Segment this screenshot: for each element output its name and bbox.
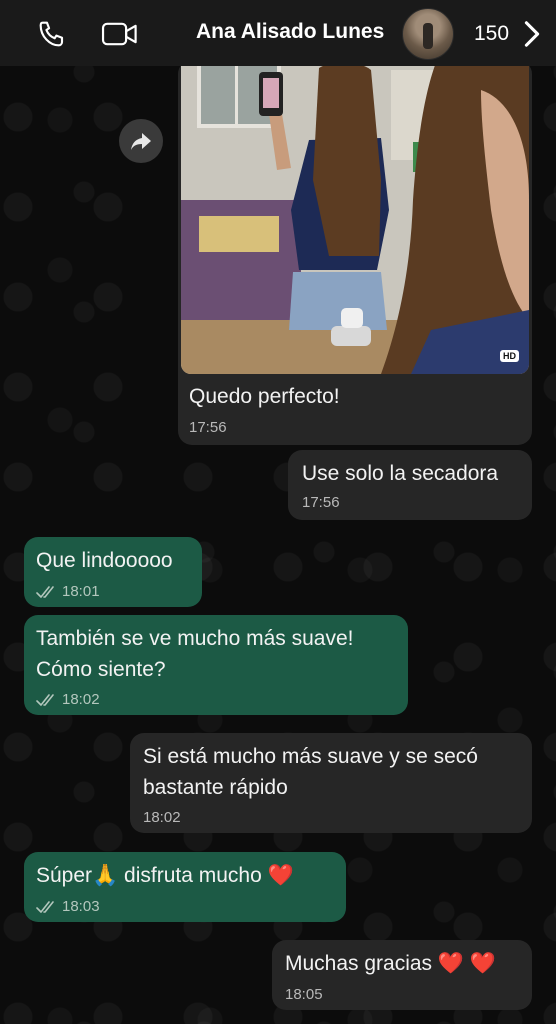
red-heart-emoji: ❤️ xyxy=(267,864,294,887)
message-time: 17:56 xyxy=(189,419,227,436)
video-call-button[interactable] xyxy=(100,14,140,54)
red-heart-emoji: ❤️ xyxy=(464,952,497,975)
photo-caption: Quedo perfecto! xyxy=(189,385,340,408)
shared-photo[interactable]: HD xyxy=(181,60,529,374)
photo-message-bubble[interactable]: HD Quedo perfecto! 17:56 xyxy=(178,60,532,445)
forward-button[interactable] xyxy=(119,119,163,163)
message-time: 18:01 xyxy=(62,583,100,600)
message-text-part: Súper xyxy=(36,864,93,887)
message-text-part: Muchas gracias xyxy=(285,952,438,975)
unread-count[interactable]: 150 xyxy=(474,22,509,46)
contact-avatar[interactable] xyxy=(402,8,454,60)
chat-header: Ana Alisado Lunes 150 xyxy=(0,0,556,66)
message-text-line1: Si está mucho más suave y se secó xyxy=(143,745,478,768)
message-time: 17:56 xyxy=(302,494,340,511)
message-text: Que lindooooo xyxy=(36,549,173,572)
hd-badge: HD xyxy=(500,350,519,362)
message-status: 18:03 xyxy=(36,898,100,915)
chat-screen: Ana Alisado Lunes 150 HD Quedo perfecto!… xyxy=(0,0,556,1024)
double-check-icon xyxy=(36,900,54,913)
message-time: 18:02 xyxy=(62,691,100,708)
message-bubble[interactable]: Use solo la secadora 17:56 xyxy=(288,450,532,520)
message-bubble[interactable]: Súper🙏 disfruta mucho ❤️ 18:03 xyxy=(24,852,346,922)
message-status: 18:02 xyxy=(36,691,100,708)
voice-call-button[interactable] xyxy=(32,14,72,54)
message-text-line1: También se ve mucho más suave! xyxy=(36,627,354,650)
message-text: Use solo la secadora xyxy=(302,462,499,485)
message-text-line2: Cómo siente? xyxy=(36,658,166,681)
message-time: 18:03 xyxy=(62,898,100,915)
message-time: 18:05 xyxy=(285,986,323,1003)
chevron-right-icon[interactable] xyxy=(520,18,544,50)
message-text: Súper🙏 disfruta mucho ❤️ xyxy=(36,860,294,891)
phone-icon xyxy=(39,21,64,47)
message-text-part: disfruta mucho xyxy=(118,864,268,887)
red-heart-emoji: ❤️ xyxy=(437,952,465,975)
mirror-selfie-image xyxy=(181,60,529,374)
message-text-line2: bastante rápido xyxy=(143,776,288,799)
double-check-icon xyxy=(36,585,54,598)
contact-name[interactable]: Ana Alisado Lunes xyxy=(196,20,384,44)
message-status: 18:01 xyxy=(36,583,100,600)
forward-arrow-icon xyxy=(131,133,151,150)
message-bubble[interactable]: También se ve mucho más suave! Cómo sien… xyxy=(24,615,408,715)
message-bubble[interactable]: Muchas gracias ❤️ ❤️ 18:05 xyxy=(272,940,532,1010)
message-bubble[interactable]: Que lindooooo 18:01 xyxy=(24,537,202,607)
message-text: Muchas gracias ❤️ ❤️ xyxy=(285,948,496,979)
video-camera-icon xyxy=(101,22,137,46)
message-time: 18:02 xyxy=(143,809,181,826)
double-check-icon xyxy=(36,693,54,706)
praying-hands-emoji: 🙏 xyxy=(92,864,119,887)
message-bubble[interactable]: Si está mucho más suave y se secó bastan… xyxy=(130,733,532,833)
